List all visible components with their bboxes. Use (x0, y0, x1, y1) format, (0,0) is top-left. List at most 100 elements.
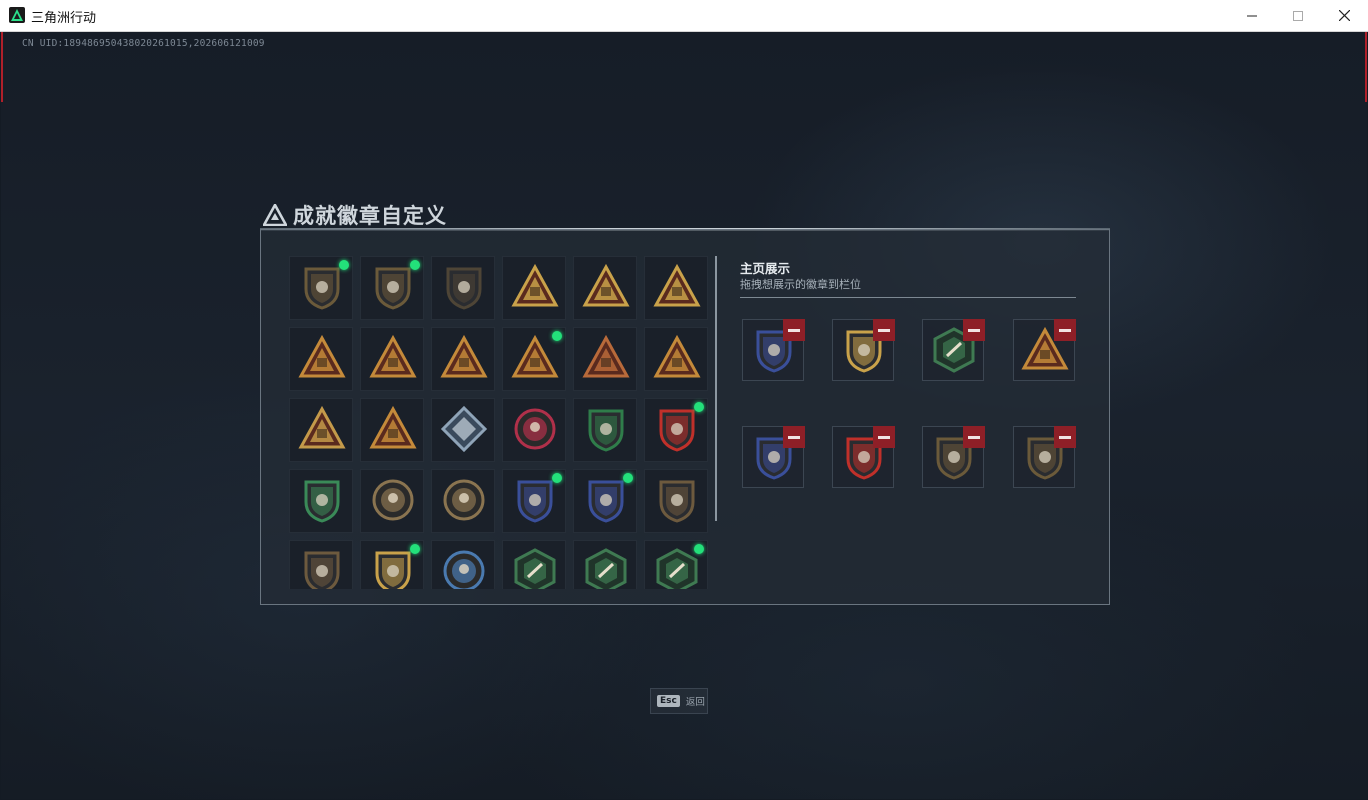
new-indicator-dot (694, 544, 704, 554)
minus-icon (878, 435, 890, 439)
window-titlebar: 三角洲行动 (0, 0, 1368, 32)
badge-slot[interactable] (502, 256, 566, 320)
badge-slot[interactable] (644, 469, 708, 533)
badge-slot[interactable] (431, 327, 495, 391)
green-hex-badge-2-icon (585, 548, 627, 589)
back-button[interactable]: Esc 返回 (650, 688, 708, 714)
badge-slot[interactable] (360, 469, 424, 533)
green-lion-badge-icon (304, 480, 340, 523)
blue-crosshair-badge-1-icon (517, 480, 553, 523)
skull-round-badge-icon (372, 479, 414, 521)
badge-slot[interactable] (289, 469, 353, 533)
badge-slot[interactable] (289, 327, 353, 391)
minus-icon (788, 435, 800, 439)
panel-title: 成就徽章自定义 (263, 200, 447, 230)
badge-slot[interactable] (644, 398, 708, 462)
badge-slot[interactable] (431, 540, 495, 589)
badge-slot[interactable] (431, 469, 495, 533)
showcase-divider (740, 297, 1076, 298)
royal-crest-badge-icon (659, 409, 695, 452)
badge-slot[interactable] (644, 256, 708, 320)
blue-crosshair-badge-2-icon (588, 480, 624, 523)
badge-slot[interactable] (289, 256, 353, 320)
showcase-title: 主页展示 (740, 261, 791, 276)
triangle-gold-badge-2-icon (582, 263, 630, 307)
badge-slot[interactable] (573, 398, 637, 462)
badge-slot[interactable] (573, 540, 637, 589)
triangle-number-one-badge-icon (582, 334, 630, 378)
showcase-slot[interactable] (742, 319, 805, 381)
badge-slot[interactable] (573, 327, 637, 391)
showcase-slot[interactable] (832, 319, 895, 381)
minus-icon (1059, 328, 1071, 332)
minimize-button[interactable] (1229, 0, 1275, 31)
shield-delta-badge-icon (304, 267, 340, 310)
badge-slot[interactable] (502, 540, 566, 589)
edge-accent (1, 32, 3, 102)
showcase-slot[interactable] (922, 319, 985, 381)
minus-icon (878, 328, 890, 332)
badge-slot[interactable] (502, 469, 566, 533)
badge-grid[interactable] (289, 256, 713, 589)
triangle-soldier-badge-icon (298, 334, 346, 378)
showcase-slot[interactable] (742, 426, 805, 488)
scrollbar[interactable] (715, 256, 717, 521)
badge-slot[interactable] (360, 256, 424, 320)
green-hex-badge-1-icon (514, 548, 556, 589)
triangle-rocket-badge-icon (369, 405, 417, 449)
badge-slot[interactable] (360, 540, 424, 589)
badge-slot[interactable] (502, 327, 566, 391)
game-viewport: CN UID:189486950438020261015,20260612100… (1, 32, 1367, 799)
remove-badge-button[interactable] (963, 426, 985, 448)
badge-slot[interactable] (431, 256, 495, 320)
remove-badge-button[interactable] (873, 319, 895, 341)
star-medal-badge-icon (514, 408, 556, 450)
esc-key: Esc (657, 695, 680, 707)
remove-badge-button[interactable] (963, 319, 985, 341)
edge-accent (1365, 32, 1367, 102)
showcase-slot[interactable] (1013, 426, 1076, 488)
delta-logo-icon (263, 204, 287, 226)
green-hex-badge-3-icon (656, 548, 698, 589)
close-button[interactable] (1321, 0, 1367, 31)
remove-badge-button[interactable] (873, 426, 895, 448)
panel-title-text: 成就徽章自定义 (293, 204, 447, 228)
remove-badge-button[interactable] (1054, 319, 1076, 341)
new-indicator-dot (410, 544, 420, 554)
badge-slot[interactable] (360, 327, 424, 391)
badge-slot[interactable] (573, 469, 637, 533)
new-indicator-dot (410, 260, 420, 270)
app-icon (9, 7, 25, 23)
helicopter-shield-badge-icon (375, 267, 411, 310)
new-indicator-dot (339, 260, 349, 270)
badge-slot[interactable] (360, 398, 424, 462)
remove-badge-button[interactable] (1054, 426, 1076, 448)
badge-slot[interactable] (502, 398, 566, 462)
badge-slot[interactable] (431, 398, 495, 462)
triangle-squad-badge-icon (653, 334, 701, 378)
badge-slot[interactable] (289, 540, 353, 589)
badge-slot[interactable] (644, 540, 708, 589)
diamond-shield-badge-icon (446, 267, 482, 310)
maximize-button[interactable] (1275, 0, 1321, 31)
uid-label: CN UID:189486950438020261015,20260612100… (22, 38, 265, 49)
bear-round-badge-icon (443, 479, 485, 521)
showcase-slot[interactable] (922, 426, 985, 488)
minus-icon (968, 328, 980, 332)
minimize-icon (1247, 15, 1257, 16)
badge-slot[interactable] (644, 327, 708, 391)
badge-slot[interactable] (289, 398, 353, 462)
remove-badge-button[interactable] (783, 319, 805, 341)
minus-icon (1059, 435, 1071, 439)
gold-crosshair-badge-icon (375, 551, 411, 589)
new-indicator-dot (552, 331, 562, 341)
new-indicator-dot (552, 473, 562, 483)
close-icon (1338, 10, 1350, 21)
showcase-slot[interactable] (1013, 319, 1076, 381)
new-indicator-dot (694, 402, 704, 412)
triangle-56-badge-icon (653, 263, 701, 307)
badge-slot[interactable] (573, 256, 637, 320)
triangle-gold-badge-1-icon (511, 263, 559, 307)
remove-badge-button[interactable] (783, 426, 805, 448)
showcase-slot[interactable] (832, 426, 895, 488)
